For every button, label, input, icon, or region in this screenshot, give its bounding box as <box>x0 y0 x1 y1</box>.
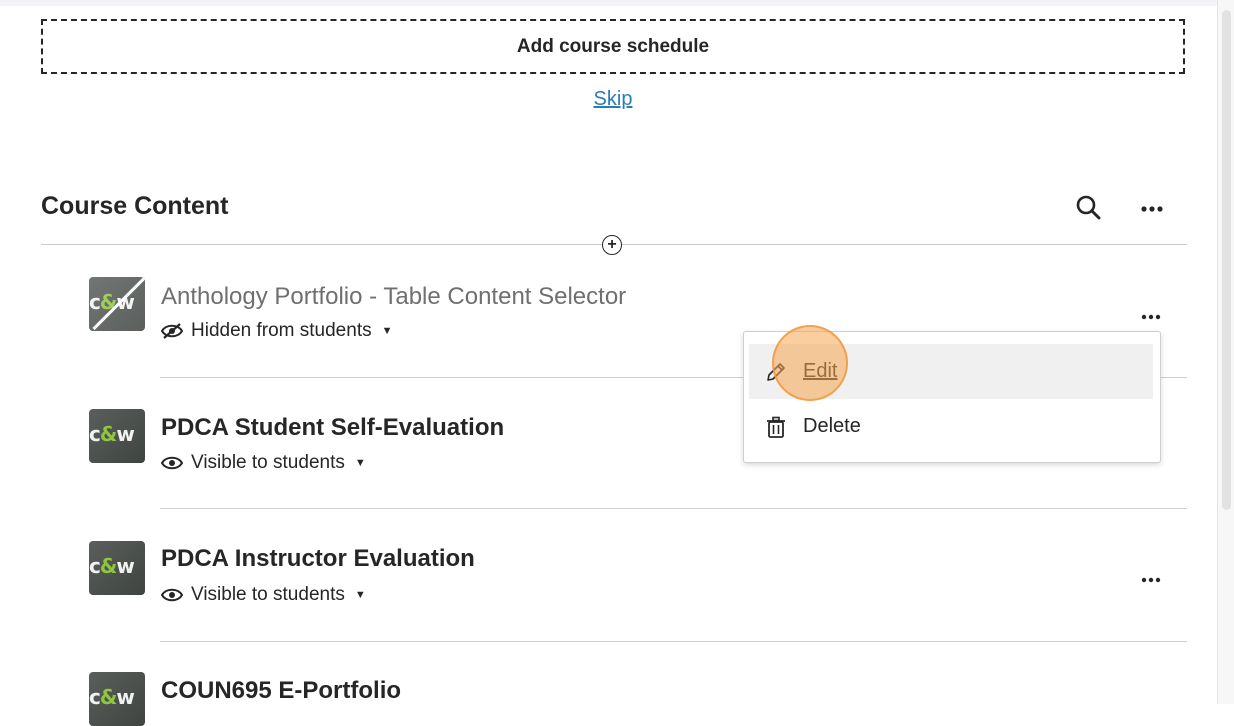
add-content-button[interactable]: + <box>602 235 622 255</box>
pencil-icon <box>763 360 789 384</box>
trash-icon <box>763 415 789 439</box>
item-visibility-dropdown[interactable]: Hidden from students ▼ <box>161 320 392 342</box>
eye-icon <box>161 588 183 602</box>
eye-slash-icon <box>161 323 183 339</box>
more-icon <box>1141 206 1163 212</box>
section-title: Course Content <box>41 192 229 220</box>
search-icon <box>1076 195 1101 220</box>
more-icon <box>1141 577 1161 583</box>
item-more-button[interactable] <box>1138 568 1166 592</box>
add-course-schedule-label: Add course schedule <box>516 35 710 57</box>
scrollbar-thumb[interactable] <box>1222 10 1231 510</box>
item-status-label: Visible to students <box>191 584 345 605</box>
menu-item-delete[interactable]: Delete <box>749 399 1153 454</box>
item-thumbnail: c&w <box>89 541 145 595</box>
menu-item-label: Delete <box>803 415 861 437</box>
item-title[interactable]: PDCA Student Self-Evaluation <box>161 414 504 442</box>
caret-down-icon: ▼ <box>354 589 366 601</box>
menu-item-edit[interactable]: Edit <box>749 344 1153 399</box>
item-divider <box>160 641 1187 642</box>
item-divider <box>160 508 1187 509</box>
caret-down-icon: ▼ <box>354 457 366 469</box>
eye-icon <box>161 456 183 470</box>
item-logo: c&w <box>89 685 135 709</box>
add-course-schedule-button[interactable]: Add course schedule <box>41 19 1185 74</box>
add-circle-icon: + <box>607 236 617 253</box>
item-options-menu: Edit Delete <box>743 331 1161 463</box>
item-title[interactable]: PDCA Instructor Evaluation <box>161 545 475 573</box>
course-page: Add course schedule Skip Course Content … <box>0 6 1218 726</box>
section-more-button[interactable] <box>1135 194 1169 224</box>
scrollbar[interactable] <box>1217 0 1234 704</box>
item-visibility-dropdown[interactable]: Visible to students ▼ <box>161 452 366 474</box>
menu-item-label: Edit <box>803 360 838 382</box>
caret-down-icon: ▼ <box>381 325 393 337</box>
search-button[interactable] <box>1074 193 1104 223</box>
item-thumbnail: c&w <box>89 409 145 463</box>
item-title[interactable]: Anthology Portfolio - Table Content Sele… <box>161 283 626 311</box>
item-title[interactable]: COUN695 E-Portfolio <box>161 677 401 705</box>
item-status-label: Hidden from students <box>191 320 372 341</box>
item-logo: c&w <box>89 422 135 446</box>
item-thumbnail: c&w <box>89 672 145 726</box>
item-logo: c&w <box>89 554 135 578</box>
more-icon <box>1141 314 1161 320</box>
item-visibility-dropdown[interactable]: Visible to students ▼ <box>161 584 366 606</box>
item-more-button[interactable] <box>1138 305 1166 329</box>
item-status-label: Visible to students <box>191 452 345 473</box>
item-thumbnail: c&w <box>89 277 145 331</box>
skip-link[interactable]: Skip <box>0 88 1226 111</box>
